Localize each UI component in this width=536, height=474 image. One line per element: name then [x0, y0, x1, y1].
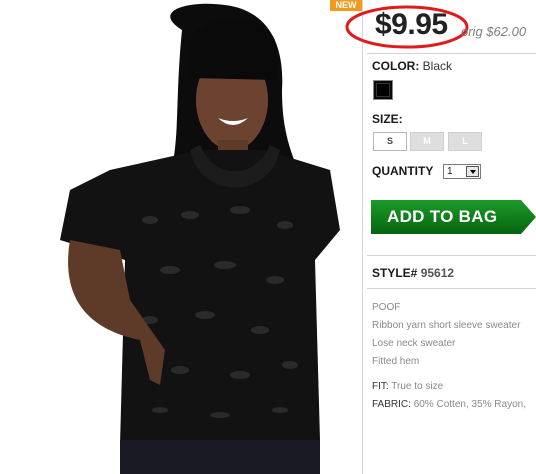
sale-price: $9.95	[375, 8, 448, 41]
style-row: STYLE# 95612	[372, 266, 454, 280]
size-option-s[interactable]: S	[373, 132, 407, 151]
product-photo	[0, 0, 362, 474]
color-row: COLOR: Black	[372, 59, 452, 73]
color-label: COLOR:	[372, 59, 420, 73]
fabric-label: FABRIC:	[372, 399, 411, 410]
fit-value: True to size	[391, 381, 444, 392]
style-number: 95612	[420, 266, 455, 280]
size-option-m[interactable]: M	[410, 132, 444, 151]
divider	[367, 53, 536, 54]
fabric-value: 60% Cotten, 35% Rayon,	[413, 399, 526, 410]
description-line: Lose neck sweater	[372, 338, 456, 349]
quantity-select[interactable]: 1	[443, 164, 481, 179]
divider	[367, 288, 536, 289]
color-value: Black	[422, 59, 453, 73]
quantity-value: 1	[447, 166, 453, 177]
add-to-bag-label: ADD TO BAG	[387, 207, 498, 226]
product-info-panel: $9.95 orig $62.00 COLOR: Black SIZE: S M…	[345, 0, 536, 474]
fabric-row: FABRIC: 60% Cotten, 35% Rayon,	[372, 399, 526, 410]
style-label: STYLE#	[372, 266, 418, 280]
description-line: Fitted hem	[372, 356, 420, 367]
divider	[367, 255, 536, 256]
fit-row: FIT: True to size	[372, 381, 443, 392]
description-line: POOF	[372, 302, 401, 313]
color-swatch-black[interactable]	[373, 80, 393, 100]
size-label: SIZE:	[372, 112, 403, 126]
add-to-bag-button[interactable]: ADD TO BAG	[371, 200, 536, 234]
price-block: $9.95 orig $62.00	[345, 0, 536, 52]
quantity-label: QUANTITY	[372, 164, 434, 178]
original-price: orig $62.00	[461, 24, 527, 39]
size-option-l[interactable]: L	[448, 132, 482, 151]
description-line: Ribbon yarn short sleeve sweater	[372, 320, 521, 331]
model-image	[60, 3, 340, 474]
fit-label: FIT:	[372, 381, 389, 392]
chevron-down-icon[interactable]	[466, 166, 479, 177]
